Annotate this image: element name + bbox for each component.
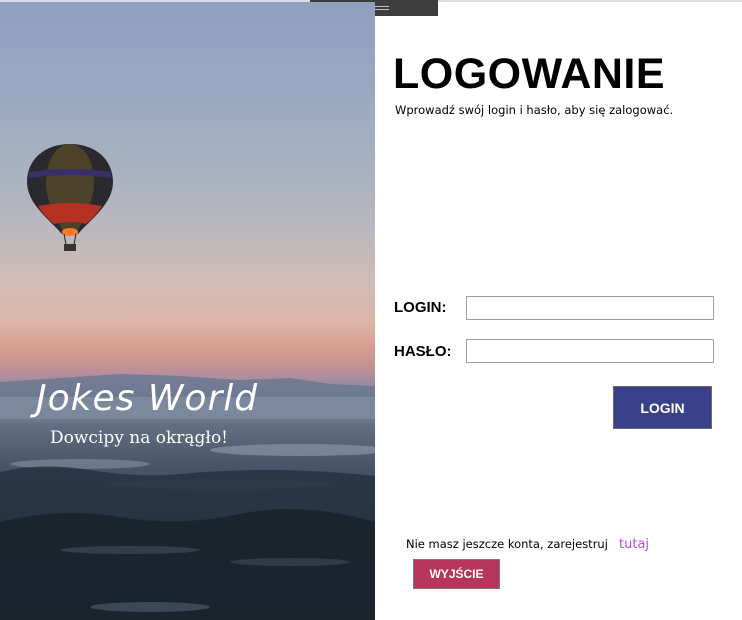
brand-subtitle: Dowcipy na okrągło!: [50, 428, 229, 448]
password-label: HASŁO:: [394, 343, 452, 360]
hero-image-panel: Jokes World Dowcipy na okrągło!: [0, 2, 375, 620]
exit-button[interactable]: WYJŚCIE: [413, 559, 500, 589]
hot-air-balloon-icon: [27, 144, 113, 251]
brand-title: Jokes World: [36, 378, 259, 419]
register-link[interactable]: tutaj: [619, 537, 649, 552]
login-label: LOGIN:: [394, 299, 447, 316]
login-button[interactable]: LOGIN: [613, 386, 712, 429]
landscape-background: [0, 374, 375, 620]
page-subtitle: Wprowadź swój login i hasło, aby się zal…: [395, 103, 674, 117]
register-prompt: Nie masz jeszcze konta, zarejestruj tuta…: [406, 533, 649, 552]
login-input[interactable]: [466, 296, 714, 320]
password-input[interactable]: [466, 339, 714, 363]
page-title: LOGOWANIE: [393, 50, 666, 98]
register-text: Nie masz jeszcze konta, zarejestruj: [406, 537, 608, 551]
